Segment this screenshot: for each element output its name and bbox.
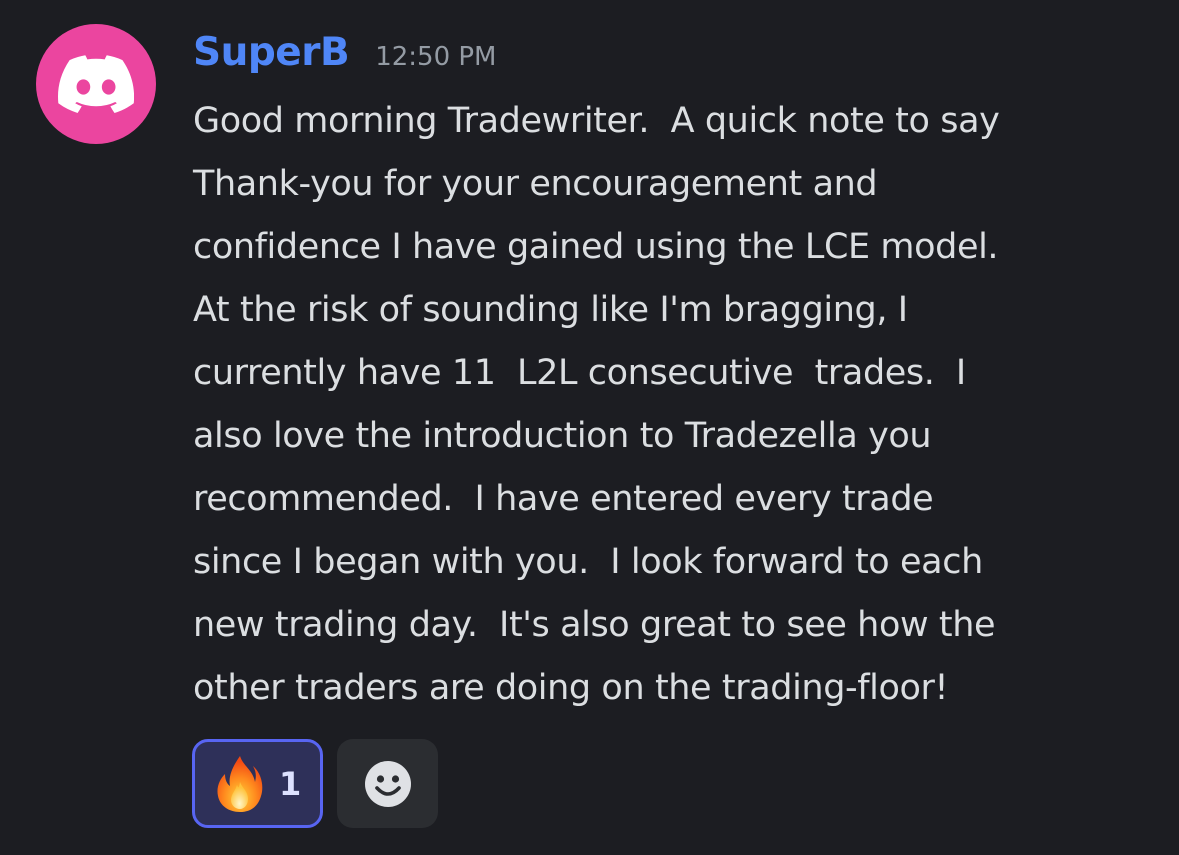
fire-icon [217,755,263,812]
discord-logo-icon [58,55,134,113]
message-content: Good morning Tradewriter. A quick note t… [193,90,1173,720]
message-line: confidence I have gained using the LCE m… [193,227,999,267]
message-line: new trading day. It's also great to see … [193,605,996,645]
message-line: Thank-you for your encouragement and [193,164,878,204]
username[interactable]: SuperB [193,30,350,75]
timestamp[interactable]: 12:50 PM [375,42,496,72]
add-reaction-button[interactable] [337,739,438,828]
message-line: At the risk of sounding like I'm braggin… [193,290,908,330]
reaction-fire-button[interactable]: 1 [192,739,323,828]
reaction-count: 1 [279,764,302,803]
message-line: other traders are doing on the trading-f… [193,668,949,708]
message-line: recommended. I have entered every trade [193,479,934,519]
message-header: SuperB 12:50 PM [193,30,497,86]
reactions-bar: 1 [192,739,438,828]
message-line: also love the introduction to Tradezella… [193,416,932,456]
chat-message: SuperB 12:50 PM Good morning Tradewriter… [0,0,1179,855]
avatar[interactable] [36,24,156,144]
smiley-face-icon [364,760,411,807]
message-line: Good morning Tradewriter. A quick note t… [193,101,1000,141]
message-line: currently have 11 L2L consecutive trades… [193,353,966,393]
message-line: since I began with you. I look forward t… [193,542,983,582]
